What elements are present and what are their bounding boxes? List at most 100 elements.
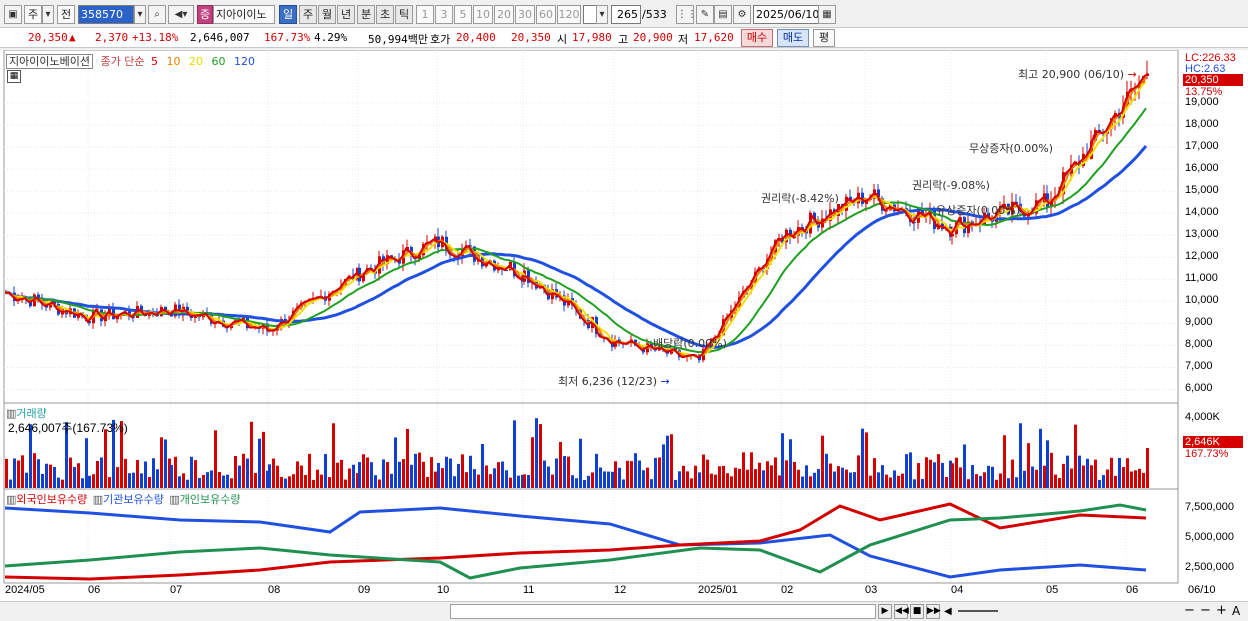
volume-bar bbox=[1015, 477, 1018, 488]
save-icon[interactable]: ▤ bbox=[714, 5, 732, 24]
interval-60[interactable]: 60 bbox=[536, 5, 556, 24]
volume-bar bbox=[995, 479, 998, 488]
gear-icon[interactable]: ⚙ bbox=[733, 5, 751, 24]
volume-bar bbox=[646, 467, 649, 488]
annotation-paid: 유상증자(0.00%) bbox=[936, 204, 1021, 217]
volume-bar bbox=[1114, 475, 1117, 488]
volume-bar bbox=[378, 479, 381, 488]
price-legend: 지아이이노베이션 종가 단순 5 10 20 60 120 bbox=[6, 53, 255, 69]
rewind-icon[interactable]: ◀◀ bbox=[894, 604, 909, 619]
auto-scale-icon[interactable]: A bbox=[1232, 604, 1240, 618]
volume-bar bbox=[140, 473, 143, 488]
code-dropdown-icon[interactable]: ▾ bbox=[134, 5, 146, 24]
volume-bar bbox=[422, 461, 425, 488]
volume-bar bbox=[37, 459, 40, 488]
volume-bar bbox=[750, 452, 753, 488]
calendar-icon[interactable]: ▦ bbox=[818, 5, 836, 24]
prev-button[interactable]: 전 bbox=[57, 5, 75, 24]
draw-icon[interactable]: ✎ bbox=[696, 5, 714, 24]
volume-bar bbox=[1106, 469, 1109, 488]
volume-bar bbox=[370, 462, 373, 488]
volume-bar bbox=[25, 472, 28, 488]
market-select[interactable]: 주 bbox=[24, 5, 42, 24]
volume-bar bbox=[336, 462, 339, 488]
volume-bar bbox=[230, 478, 233, 488]
volume-bar bbox=[445, 456, 448, 488]
volume-bar bbox=[955, 457, 958, 488]
volume-bar bbox=[666, 435, 669, 488]
zoom-track[interactable] bbox=[958, 610, 998, 612]
volume-bar bbox=[288, 476, 291, 488]
sell-button[interactable]: 매도 bbox=[777, 29, 809, 47]
volume-bar bbox=[825, 453, 828, 488]
interval-120[interactable]: 120 bbox=[557, 5, 581, 24]
volume-bar bbox=[527, 475, 530, 488]
volume-bar bbox=[1102, 475, 1105, 488]
volume-bar bbox=[186, 479, 189, 488]
calculator-icon[interactable]: ▦ bbox=[7, 70, 21, 83]
stop-icon[interactable]: ■ bbox=[910, 604, 924, 619]
price-y-tick: 15,000 bbox=[1185, 184, 1219, 197]
code-input[interactable]: 358570 bbox=[78, 5, 134, 24]
volume-bar bbox=[45, 463, 48, 488]
volume-bar bbox=[1074, 424, 1077, 488]
period-tick[interactable]: 틱 bbox=[395, 5, 413, 24]
count-input[interactable]: 265 bbox=[611, 5, 641, 24]
volume-bar bbox=[406, 428, 409, 488]
volume-bar bbox=[1126, 458, 1129, 488]
stock-name[interactable]: 지아이이노 bbox=[213, 5, 275, 24]
volume-bar bbox=[1134, 470, 1137, 488]
volume-bar bbox=[328, 477, 331, 488]
volume-bar bbox=[841, 467, 844, 488]
period-month[interactable]: 월 bbox=[318, 5, 336, 24]
period-year[interactable]: 년 bbox=[337, 5, 355, 24]
volume-bar bbox=[190, 456, 193, 488]
scroll-right-icon[interactable]: ▶ bbox=[878, 604, 892, 619]
interval-dropdown-icon[interactable]: ▾ bbox=[596, 5, 608, 24]
period-second[interactable]: 초 bbox=[376, 5, 394, 24]
interval-10[interactable]: 10 bbox=[473, 5, 493, 24]
chart-area[interactable] bbox=[0, 49, 1248, 602]
volume-bar bbox=[658, 457, 661, 488]
speaker-icon[interactable]: ◀▾ bbox=[168, 5, 194, 24]
period-minute[interactable]: 분 bbox=[357, 5, 375, 24]
interval-20[interactable]: 20 bbox=[494, 5, 514, 24]
grid-icon[interactable]: ⋮⋮ bbox=[676, 5, 697, 24]
volume-bar bbox=[670, 434, 673, 488]
bid-label: 호가 bbox=[430, 33, 451, 46]
volume-bar bbox=[69, 457, 72, 488]
zoom-reset-icon[interactable]: − bbox=[1200, 603, 1211, 618]
interval-3[interactable]: 3 bbox=[435, 5, 453, 24]
volume-bar bbox=[781, 433, 784, 488]
chart-svg[interactable] bbox=[0, 49, 1248, 602]
buy-button[interactable]: 매수 bbox=[741, 29, 773, 47]
pan-left-icon[interactable]: ◀ bbox=[944, 604, 954, 619]
period-week[interactable]: 주 bbox=[299, 5, 317, 24]
interval-5[interactable]: 5 bbox=[454, 5, 472, 24]
volume-bar bbox=[599, 467, 602, 488]
eval-button[interactable]: 평 bbox=[813, 29, 835, 47]
volume-last-pct: 167.73% bbox=[1185, 448, 1229, 460]
volume-bar bbox=[698, 472, 701, 488]
zoom-in-icon[interactable]: + bbox=[1216, 603, 1227, 618]
price-panel-title[interactable]: 지아이이노베이션 bbox=[6, 54, 93, 69]
period-day[interactable]: 일 bbox=[279, 5, 297, 24]
date-input[interactable]: 2025/06/10 bbox=[753, 5, 819, 24]
interval-30[interactable]: 30 bbox=[515, 5, 535, 24]
volume-bar bbox=[262, 431, 265, 488]
interval-1[interactable]: 1 bbox=[416, 5, 434, 24]
volume-bar bbox=[13, 458, 16, 488]
price-y-tick: 18,000 bbox=[1185, 118, 1219, 131]
zoom-out-icon[interactable]: − bbox=[1184, 603, 1195, 618]
volume-bar bbox=[905, 454, 908, 488]
volume-bar bbox=[214, 430, 217, 488]
forward-icon[interactable]: ▶▶ bbox=[926, 604, 941, 619]
window-icon[interactable]: ▣ bbox=[4, 5, 22, 24]
horizontal-scrollbar[interactable] bbox=[450, 604, 876, 619]
volume-bar bbox=[813, 472, 816, 488]
price-y-tick: 7,000 bbox=[1185, 360, 1213, 373]
market-dropdown-icon[interactable]: ▾ bbox=[42, 5, 54, 24]
search-icon[interactable]: ⌕ bbox=[148, 5, 166, 24]
volume-bar bbox=[517, 475, 520, 488]
volume-bar bbox=[1118, 457, 1121, 488]
